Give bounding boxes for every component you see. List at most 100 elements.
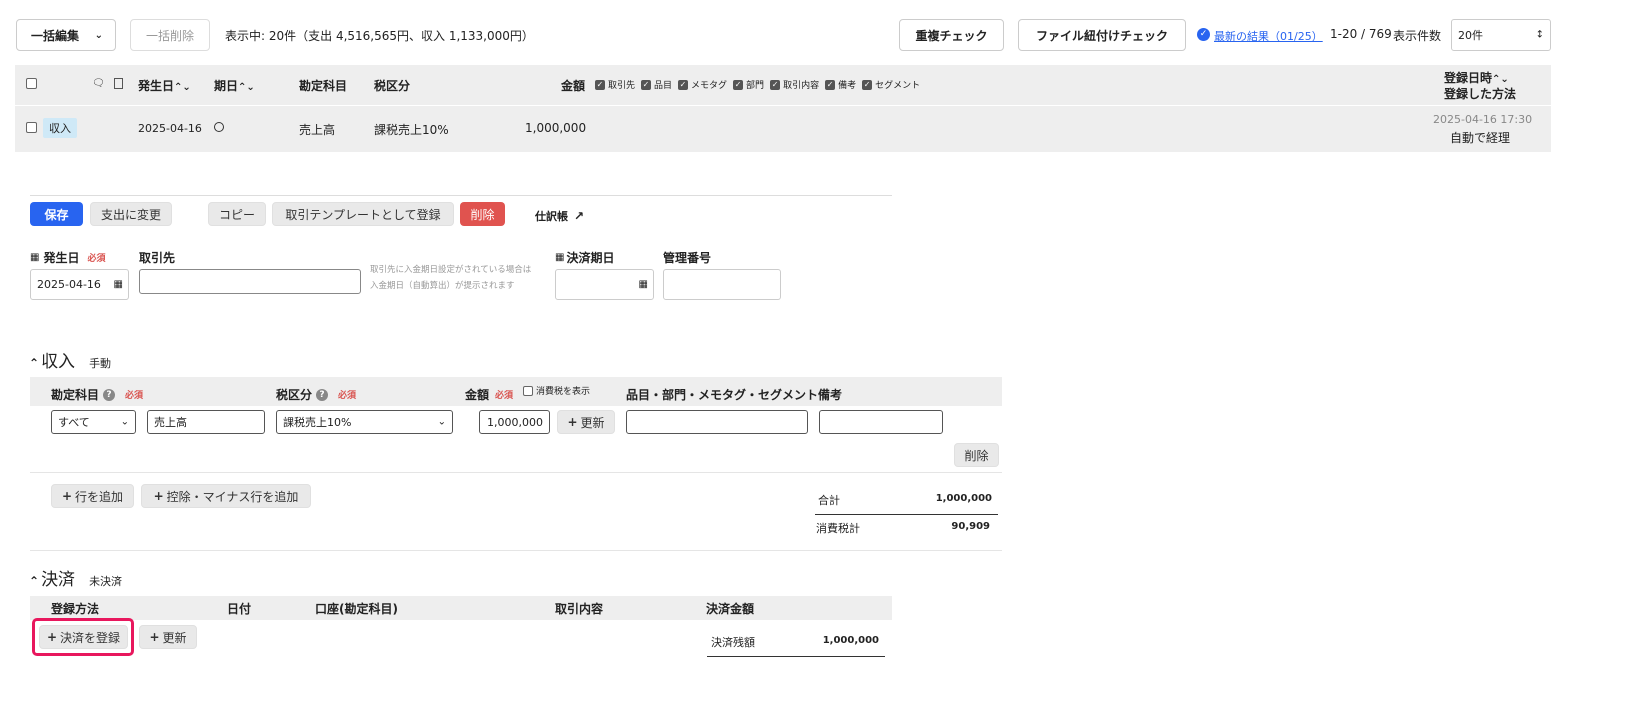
checkbox-checked-icon: ✓: [641, 79, 652, 90]
account-filter-select[interactable]: すべて ⌄: [51, 410, 136, 434]
select-all-checkbox[interactable]: [26, 78, 37, 89]
account-input[interactable]: 売上高: [147, 410, 265, 434]
row-registered-at: 2025-04-16 17:30: [1433, 113, 1533, 126]
settlement-section-toggle[interactable]: ⌃ 決済 未決済: [29, 565, 122, 590]
toggle-partner[interactable]: ✓ 取引先: [595, 78, 635, 91]
partner-hint: 取引先に入金期日設定がされている場合は 入金期日（自動算出）が提示されます: [370, 265, 532, 291]
sort-icon: ⌃⌄: [238, 82, 255, 93]
settlement-col-content: 取引内容: [555, 602, 604, 616]
sort-icon: ⌃⌄: [1492, 74, 1509, 85]
file-icon: [114, 78, 123, 89]
row-amount: 1,000,000: [525, 121, 587, 135]
items-input[interactable]: [626, 410, 808, 434]
latest-result-link[interactable]: 最新の結果（01/25）: [1214, 28, 1323, 44]
save-button[interactable]: 保存: [30, 202, 83, 226]
calendar-icon: ▦: [555, 252, 565, 263]
show-tax-checkbox[interactable]: [523, 385, 533, 396]
tax-select[interactable]: 課税売上10% ⌄: [276, 410, 453, 434]
settlement-col-account: 口座(勘定科目): [315, 602, 398, 616]
toggle-department[interactable]: ✓ 部門: [733, 78, 764, 91]
bulk-delete-button[interactable]: 一括削除: [130, 19, 210, 51]
help-icon[interactable]: ?: [316, 388, 329, 401]
income-section-toggle[interactable]: ⌃ 収入 手動: [29, 347, 111, 372]
total-divider: [815, 514, 998, 515]
add-minus-row-button[interactable]: + 控除・マイナス行を追加: [141, 484, 311, 508]
register-template-button[interactable]: 取引テンプレートとして登録: [272, 202, 454, 226]
settlement-title: 決済: [41, 570, 76, 590]
col-account-header: 勘定科目: [299, 79, 348, 93]
per-page-select[interactable]: 20件 ↕: [1451, 19, 1551, 51]
show-tax-toggle[interactable]: 消費税を表示: [523, 384, 590, 397]
paging-text: 1-20 / 769: [1330, 27, 1392, 41]
checkbox-checked-icon: ✓: [595, 79, 605, 90]
sort-icon: ⌃⌄: [174, 82, 191, 93]
date-input[interactable]: 2025-04-16 ▦: [30, 269, 129, 300]
calendar-icon: ▦: [638, 279, 648, 290]
change-to-expense-button[interactable]: 支出に変更: [90, 202, 172, 226]
total-value: 1,000,000: [935, 493, 992, 504]
delete-button[interactable]: 削除: [460, 202, 505, 226]
income-col-amount: 金額 必須: [465, 388, 514, 402]
row-account: 売上高: [299, 123, 336, 137]
comment-icon: 🗨: [92, 78, 105, 89]
income-title: 収入: [41, 352, 76, 372]
row-checkbox[interactable]: [26, 122, 37, 133]
toggle-content[interactable]: ✓ 取引内容: [770, 78, 819, 91]
check-circle-icon: ✓: [1197, 28, 1210, 41]
plus-icon: +: [46, 630, 58, 644]
bulk-edit-button[interactable]: 一括編集 ⌄: [16, 19, 116, 51]
help-icon[interactable]: ?: [103, 388, 116, 401]
balance-value: 1,000,000: [822, 635, 879, 646]
balance-label: 決済残額: [711, 636, 755, 649]
chevron-up-icon: ⌃: [29, 574, 40, 588]
tax-total-label: 消費税計: [816, 522, 860, 535]
col-date-header[interactable]: 発生日⌃⌄: [138, 77, 191, 94]
partner-input[interactable]: [139, 269, 361, 294]
bulk-edit-label: 一括編集: [31, 28, 80, 43]
amount-input[interactable]: 1,000,000: [479, 410, 550, 434]
row-delete-button[interactable]: 削除: [954, 443, 999, 467]
income-col-tax: 税区分? 必須: [276, 388, 357, 402]
register-settlement-button[interactable]: + 決済を登録: [39, 625, 128, 649]
income-col-note: 備考: [818, 388, 843, 402]
mgmt-number-input[interactable]: [663, 269, 781, 300]
col-registered-at-header[interactable]: 登録日時⌃⌄: [1444, 69, 1509, 86]
income-col-items: 品目・部門・メモタグ・セグメント: [626, 388, 819, 402]
tax-total-value: 90,909: [951, 521, 990, 532]
divider: [30, 550, 1002, 551]
col-due-header[interactable]: 期日⌃⌄: [214, 77, 255, 94]
col-amount-header: 金額: [561, 79, 586, 93]
total-label: 合計: [818, 494, 840, 507]
col-registered-by-header: 登録した方法: [1444, 87, 1517, 101]
calendar-icon: ▦: [30, 252, 40, 263]
toggle-segment[interactable]: ✓ セグメント: [862, 78, 920, 91]
income-table-header: [30, 377, 1002, 406]
settlement-col-date: 日付: [227, 602, 252, 616]
settlement-update-button[interactable]: + 更新: [139, 625, 197, 649]
settlement-col-method: 登録方法: [51, 602, 100, 616]
income-badge: 収入: [43, 118, 77, 138]
duplicate-check-button[interactable]: 重複チェック: [899, 19, 1004, 51]
date-label: ▦ 発生日 必須: [30, 251, 106, 265]
balance-divider: [707, 656, 885, 657]
note-input[interactable]: [819, 410, 943, 434]
due-date-input[interactable]: ▦: [555, 269, 654, 300]
file-link-check-button[interactable]: ファイル紐付けチェック: [1018, 19, 1186, 51]
row-tax: 課税売上10%: [374, 123, 449, 137]
chevron-down-icon: ⌄: [94, 29, 103, 41]
chevron-down-icon: ⌄: [120, 416, 129, 428]
journal-link[interactable]: 仕訳帳 ↗: [535, 208, 584, 224]
add-row-button[interactable]: + 行を追加: [51, 484, 134, 508]
plus-icon: +: [61, 489, 73, 503]
calendar-icon: ▦: [113, 279, 123, 290]
update-button[interactable]: + 更新: [557, 410, 615, 434]
toggle-memo-tag[interactable]: ✓ メモタグ: [678, 78, 727, 91]
toggle-item[interactable]: ✓ 品目: [641, 78, 672, 91]
checkbox-checked-icon: ✓: [862, 79, 873, 90]
per-page-label: 表示件数: [1393, 29, 1442, 43]
toggle-note[interactable]: ✓ 備考: [825, 78, 856, 91]
table-row[interactable]: [15, 106, 1551, 152]
per-page-value: 20件: [1458, 29, 1483, 42]
copy-button[interactable]: コピー: [208, 202, 266, 226]
clock-icon: [214, 122, 224, 132]
